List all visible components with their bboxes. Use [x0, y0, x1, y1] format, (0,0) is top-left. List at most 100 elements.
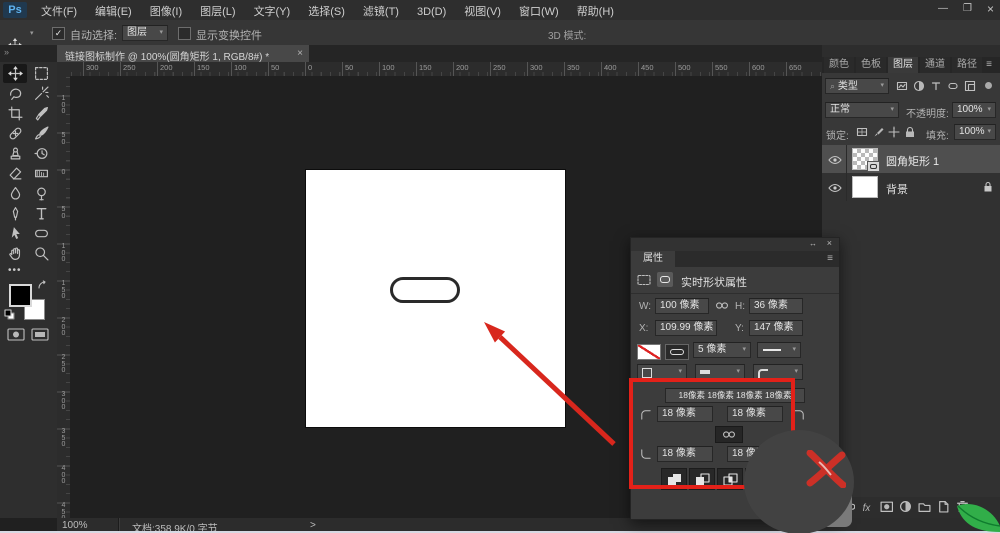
stroke-style-dropdown[interactable]: ▾ — [757, 342, 801, 358]
w-field[interactable]: 100 像素 — [655, 298, 709, 314]
fill-swatch[interactable] — [637, 344, 661, 360]
shape-tool[interactable] — [29, 224, 53, 243]
lock-all-icon[interactable] — [904, 126, 916, 138]
panel-menu-icon[interactable]: ≡ — [827, 253, 833, 264]
hand-tool[interactable] — [3, 244, 27, 263]
crop-tool[interactable] — [3, 104, 27, 123]
adjustment-layer-icon[interactable] — [899, 500, 912, 513]
live-shape-icon — [637, 273, 651, 287]
menu-view[interactable]: 视图(V) — [455, 0, 510, 20]
stroke-width-dropdown[interactable]: 5 像素▾ — [693, 342, 751, 358]
status-expand-icon[interactable]: > — [310, 520, 316, 531]
layer-mask-icon[interactable] — [880, 500, 893, 513]
panel-close-icon[interactable]: × — [827, 238, 832, 248]
menu-edit[interactable]: 编辑(E) — [86, 0, 141, 20]
screen-mode-icon[interactable] — [31, 328, 49, 341]
healing-brush-tool[interactable] — [3, 124, 27, 143]
eyedropper-tool[interactable] — [29, 104, 53, 123]
filter-pin-icon[interactable] — [985, 82, 992, 89]
layer-name[interactable]: 圆角矩形 1 — [886, 153, 939, 169]
rounded-rectangle-shape[interactable] — [390, 277, 460, 303]
visibility-eye-icon[interactable] — [828, 154, 842, 166]
ruler-corner[interactable] — [57, 62, 71, 77]
layer-name[interactable]: 背景 — [886, 181, 908, 197]
x-field[interactable]: 109.99 像素 — [655, 320, 717, 336]
layer-group-icon[interactable] — [918, 500, 931, 513]
y-field[interactable]: 147 像素 — [749, 320, 803, 336]
lasso-tool[interactable] — [3, 84, 27, 103]
minimize-button[interactable]: — — [938, 3, 948, 14]
filter-shape-icon[interactable] — [947, 80, 959, 92]
pen-tool[interactable] — [3, 204, 27, 223]
lock-position-icon[interactable] — [888, 126, 900, 138]
collapse-panels-icon[interactable]: » — [4, 47, 9, 57]
document-tab-close-icon[interactable]: × — [297, 48, 303, 59]
menu-type[interactable]: 文字(Y) — [245, 0, 300, 20]
menu-filter[interactable]: 滤镜(T) — [354, 0, 408, 20]
filter-pixel-icon[interactable] — [896, 80, 908, 92]
tab-图层[interactable]: 图层 — [888, 57, 918, 73]
filter-adjustment-icon[interactable] — [913, 80, 925, 92]
layer-row[interactable]: 圆角矩形 1 — [822, 145, 1000, 173]
tab-路径[interactable]: 路径 — [952, 57, 982, 73]
layer-thumbnail[interactable] — [852, 176, 878, 198]
close-button[interactable]: × — [987, 2, 994, 16]
filter-smartobject-icon[interactable] — [964, 80, 976, 92]
magic-wand-tool[interactable] — [29, 84, 53, 103]
zoom-tool[interactable] — [29, 244, 53, 263]
swap-colors-icon[interactable] — [36, 280, 48, 290]
menu-window[interactable]: 窗口(W) — [510, 0, 568, 20]
dodge-tool[interactable] — [29, 184, 53, 203]
zoom-level[interactable]: 100% — [62, 520, 88, 531]
opacity-dropdown[interactable]: 100%▾ — [952, 102, 996, 118]
wh-link-icon[interactable] — [715, 301, 729, 310]
gradient-tool[interactable] — [29, 164, 53, 183]
auto-select-checkbox[interactable]: ✓ — [52, 27, 65, 40]
layer-row[interactable]: 背景 — [822, 173, 1000, 201]
clone-stamp-tool[interactable] — [3, 144, 27, 163]
menu-help[interactable]: 帮助(H) — [568, 0, 623, 20]
menu-select[interactable]: 选择(S) — [299, 0, 354, 20]
vertical-ruler[interactable]: 10050050100150200250300350400450 — [57, 76, 71, 518]
blur-tool[interactable] — [3, 184, 27, 203]
menu-file[interactable]: 文件(F) — [32, 0, 86, 20]
marquee-tool[interactable] — [29, 64, 53, 83]
fill-dropdown[interactable]: 100%▾ — [954, 124, 996, 140]
auto-select-dropdown[interactable]: 图层▾ — [122, 25, 168, 41]
menu-layer[interactable]: 图层(L) — [191, 0, 244, 20]
horizontal-ruler[interactable]: 3002502001501005005010015020025030035040… — [70, 62, 822, 77]
restore-button[interactable]: ❐ — [963, 3, 972, 14]
brush-tool[interactable] — [29, 124, 53, 143]
panel-collapse-icon[interactable]: ↔ — [809, 239, 817, 248]
preset-chevron-icon[interactable]: ▾ — [30, 29, 34, 37]
new-layer-icon[interactable] — [937, 500, 950, 513]
layer-effects-icon[interactable]: fx — [861, 500, 874, 513]
default-colors-icon[interactable] — [4, 309, 15, 320]
tab-properties[interactable]: 属性 — [631, 251, 675, 267]
layer-thumbnail[interactable] — [852, 148, 878, 170]
stroke-swatch[interactable] — [665, 344, 689, 360]
edit-toolbar-icon[interactable]: ••• — [8, 265, 22, 276]
lock-transparent-icon[interactable] — [856, 126, 868, 138]
blend-mode-dropdown[interactable]: 正常▾ — [825, 102, 899, 118]
filter-type-icon[interactable] — [930, 80, 942, 92]
h-field[interactable]: 36 像素 — [749, 298, 803, 314]
foreground-color-swatch[interactable] — [9, 284, 32, 307]
type-tool[interactable] — [29, 204, 53, 223]
filter-type-dropdown[interactable]: ⌕ 类型 ▾ — [825, 78, 889, 94]
eraser-tool[interactable] — [3, 164, 27, 183]
tab-色板[interactable]: 色板 — [856, 57, 886, 73]
visibility-eye-icon[interactable] — [828, 182, 842, 194]
panel-menu-icon[interactable]: ≡ — [986, 59, 992, 70]
quick-mask-icon[interactable] — [7, 328, 25, 341]
show-transform-checkbox[interactable] — [178, 27, 191, 40]
lock-pixels-icon[interactable] — [872, 126, 884, 138]
history-brush-tool[interactable] — [29, 144, 53, 163]
tab-通道[interactable]: 通道 — [920, 57, 950, 73]
panel-title-bar[interactable]: ↔ × — [631, 238, 839, 251]
document-tab[interactable]: 链接图标制作 @ 100%(圆角矩形 1, RGB/8#) * × — [57, 45, 309, 62]
path-select-tool[interactable] — [3, 224, 27, 243]
menu-image[interactable]: 图像(I) — [141, 0, 191, 20]
move-tool[interactable] — [3, 64, 27, 83]
tab-颜色[interactable]: 颜色 — [824, 57, 854, 73]
